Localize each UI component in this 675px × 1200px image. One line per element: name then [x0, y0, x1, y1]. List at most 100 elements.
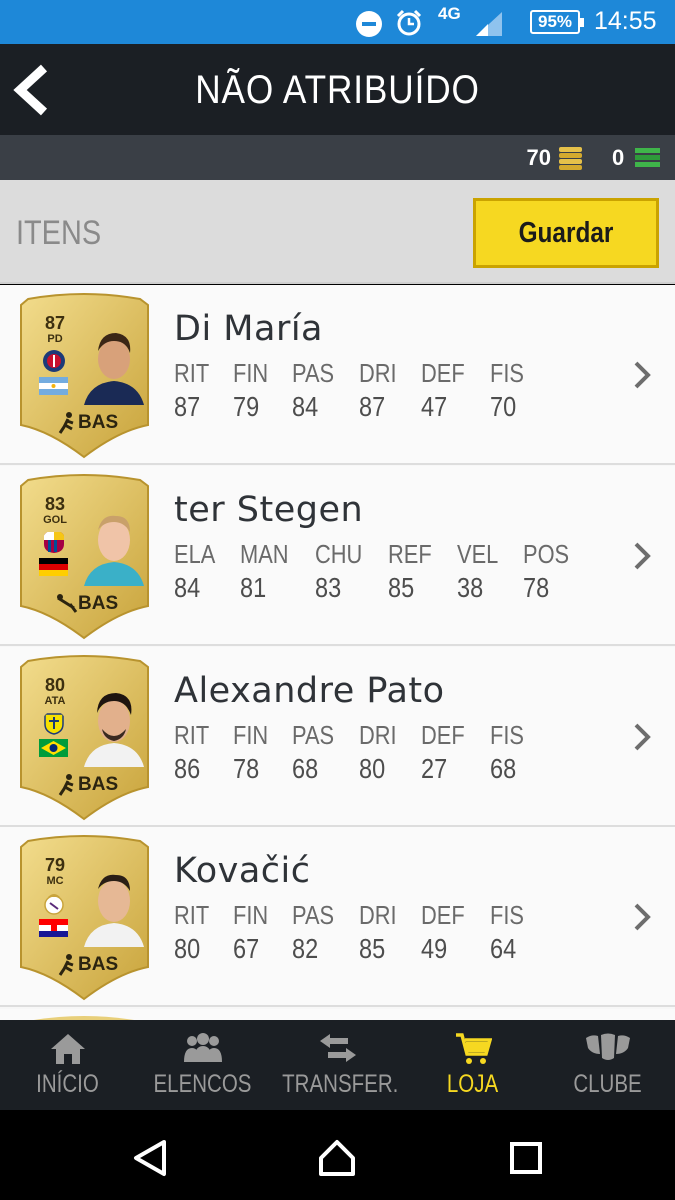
- player-card: 83 GOL BAS: [18, 474, 151, 640]
- home-icon: [50, 1034, 85, 1064]
- stat: RIT 86: [174, 720, 216, 785]
- club-icon: [585, 1033, 630, 1060]
- stat-value: 78: [523, 572, 550, 603]
- stat: FIS 70: [490, 358, 530, 423]
- points-icon: [635, 148, 660, 167]
- chevron-right-icon[interactable]: [632, 901, 652, 933]
- stat-label: DRI: [358, 720, 397, 750]
- cart-icon: [455, 1033, 492, 1064]
- stat: DEF 49: [421, 900, 473, 965]
- battery-level: 95%: [537, 12, 573, 31]
- page-title: NÃO ATRIBUÍDO: [195, 68, 480, 112]
- nav-label: INÍCIO: [36, 1070, 99, 1098]
- player-stats: RIT 80 FIN 67 PAS 82 DRI 85 DEF 49 FIS 64: [174, 900, 547, 965]
- stat-label: PAS: [291, 900, 334, 930]
- stat-label: MAN: [240, 539, 289, 569]
- stat-label: DEF: [420, 720, 465, 750]
- chemistry-style: BAS: [78, 774, 119, 795]
- stat: RIT 87: [174, 358, 216, 423]
- player-card: 80 ATA BAS: [18, 655, 151, 821]
- player-rating: 79: [44, 855, 66, 875]
- player-row[interactable]: [0, 1009, 675, 1020]
- stat-label: RIT: [174, 720, 210, 750]
- player-row[interactable]: 80 ATA BAS Alexandre Pato RIT86 FIN78: [0, 647, 675, 827]
- argentina-flag-icon: [39, 377, 68, 395]
- squads-icon: [183, 1033, 222, 1062]
- network-type: 4G: [438, 4, 461, 23]
- chevron-right-icon[interactable]: [632, 721, 652, 753]
- points-balance: 0: [612, 145, 625, 170]
- stat-value: 68: [489, 753, 516, 784]
- chevron-right-icon[interactable]: [632, 359, 652, 391]
- stat: ELA 84: [174, 539, 223, 604]
- stat-label: FIN: [232, 900, 269, 930]
- nav-item-transfers[interactable]: TRANSFER.: [270, 1020, 405, 1110]
- chevron-right-icon[interactable]: [632, 540, 652, 572]
- nav-item-club[interactable]: CLUBE: [540, 1020, 675, 1110]
- stat: REF 85: [388, 539, 440, 604]
- player-name: ter Stegen: [174, 490, 364, 530]
- nav-item-home[interactable]: INÍCIO: [0, 1020, 135, 1110]
- player-photo: [84, 874, 144, 947]
- back-triangle-icon[interactable]: [130, 1138, 170, 1178]
- hunter-chemistry-icon: [58, 774, 74, 796]
- stat-value: 27: [420, 753, 447, 784]
- villarreal-badge-icon: [44, 713, 64, 735]
- section-title: ITENS: [16, 214, 102, 252]
- stat-value: 64: [489, 933, 516, 964]
- stat-value: 79: [232, 391, 260, 422]
- transfer-icon: [319, 1034, 356, 1062]
- stat-value: 83: [314, 572, 342, 603]
- stat-value: 81: [240, 572, 267, 603]
- player-row[interactable]: 83 GOL BAS ter Stegen ELA 84 MAN 81 CHU 83: [0, 466, 675, 646]
- stat-label: PAS: [291, 720, 334, 750]
- player-rating: 87: [44, 313, 66, 333]
- stat-label: DEF: [420, 358, 465, 388]
- signal-icon: [476, 12, 502, 36]
- recents-square-icon[interactable]: [506, 1138, 546, 1178]
- stat: FIN 79: [233, 358, 275, 423]
- stat-value: 82: [291, 933, 318, 964]
- stat-value: 84: [291, 391, 318, 422]
- player-name: Kovačić: [174, 851, 311, 891]
- player-row[interactable]: 87 PD BAS Di María RIT 87 FIN 79 PAS 84 DRI: [0, 285, 675, 465]
- player-name: Di María: [174, 309, 324, 349]
- store-all-button[interactable]: Guardar Tudo: [473, 198, 659, 313]
- nav-item-squads[interactable]: ELENCOS: [135, 1020, 270, 1110]
- chemistry-style: BAS: [78, 593, 119, 614]
- status-bar: 4G 95% 14:55: [0, 0, 675, 44]
- stat-label: FIS: [489, 358, 524, 388]
- app-header: NÃO ATRIBUÍDO: [0, 44, 675, 135]
- bottom-nav: INÍCIO ELENCOS TRANSFER. LOJA CLUBE: [0, 1020, 675, 1110]
- nav-label: TRANSFER.: [282, 1070, 399, 1098]
- player-card: 87 PD BAS: [18, 293, 151, 459]
- stat-label: DRI: [358, 358, 397, 388]
- alarm-icon: [396, 9, 422, 36]
- stat-value: 87: [358, 391, 386, 422]
- hunter-chemistry-icon: [58, 954, 74, 976]
- player-rating: 80: [44, 675, 66, 695]
- stat: DEF 47: [421, 358, 473, 423]
- stat-label: FIS: [489, 900, 524, 930]
- stat-label: DRI: [358, 900, 397, 930]
- player-photo: [84, 515, 144, 586]
- stat: FIN 67: [233, 900, 275, 965]
- stat-value: 47: [420, 391, 447, 422]
- home-outline-icon[interactable]: [317, 1138, 357, 1178]
- battery-icon: 95%: [530, 10, 584, 34]
- shadow-chemistry-icon: [57, 594, 78, 613]
- stat-value: 70: [489, 391, 516, 422]
- stat-label: RIT: [174, 358, 210, 388]
- stat-value: 87: [174, 391, 201, 422]
- player-list[interactable]: 87 PD BAS Di María RIT 87 FIN 79 PAS 84 DRI: [0, 285, 675, 1020]
- stat-value: 68: [291, 753, 318, 784]
- stat: RIT 80: [174, 900, 216, 965]
- player-position: PD: [47, 333, 63, 345]
- player-row[interactable]: 79 MC BAS Kovačić RIT 80 FIN 67 PAS 82 DRI 8: [0, 827, 675, 1007]
- nav-label: CLUBE: [573, 1070, 642, 1098]
- barcelona-badge-icon: [44, 532, 64, 553]
- nav-item-store[interactable]: LOJA: [405, 1020, 540, 1110]
- brazil-flag-icon: [39, 739, 68, 757]
- stat-value: 67: [232, 933, 260, 964]
- stat-label: REF: [388, 539, 432, 569]
